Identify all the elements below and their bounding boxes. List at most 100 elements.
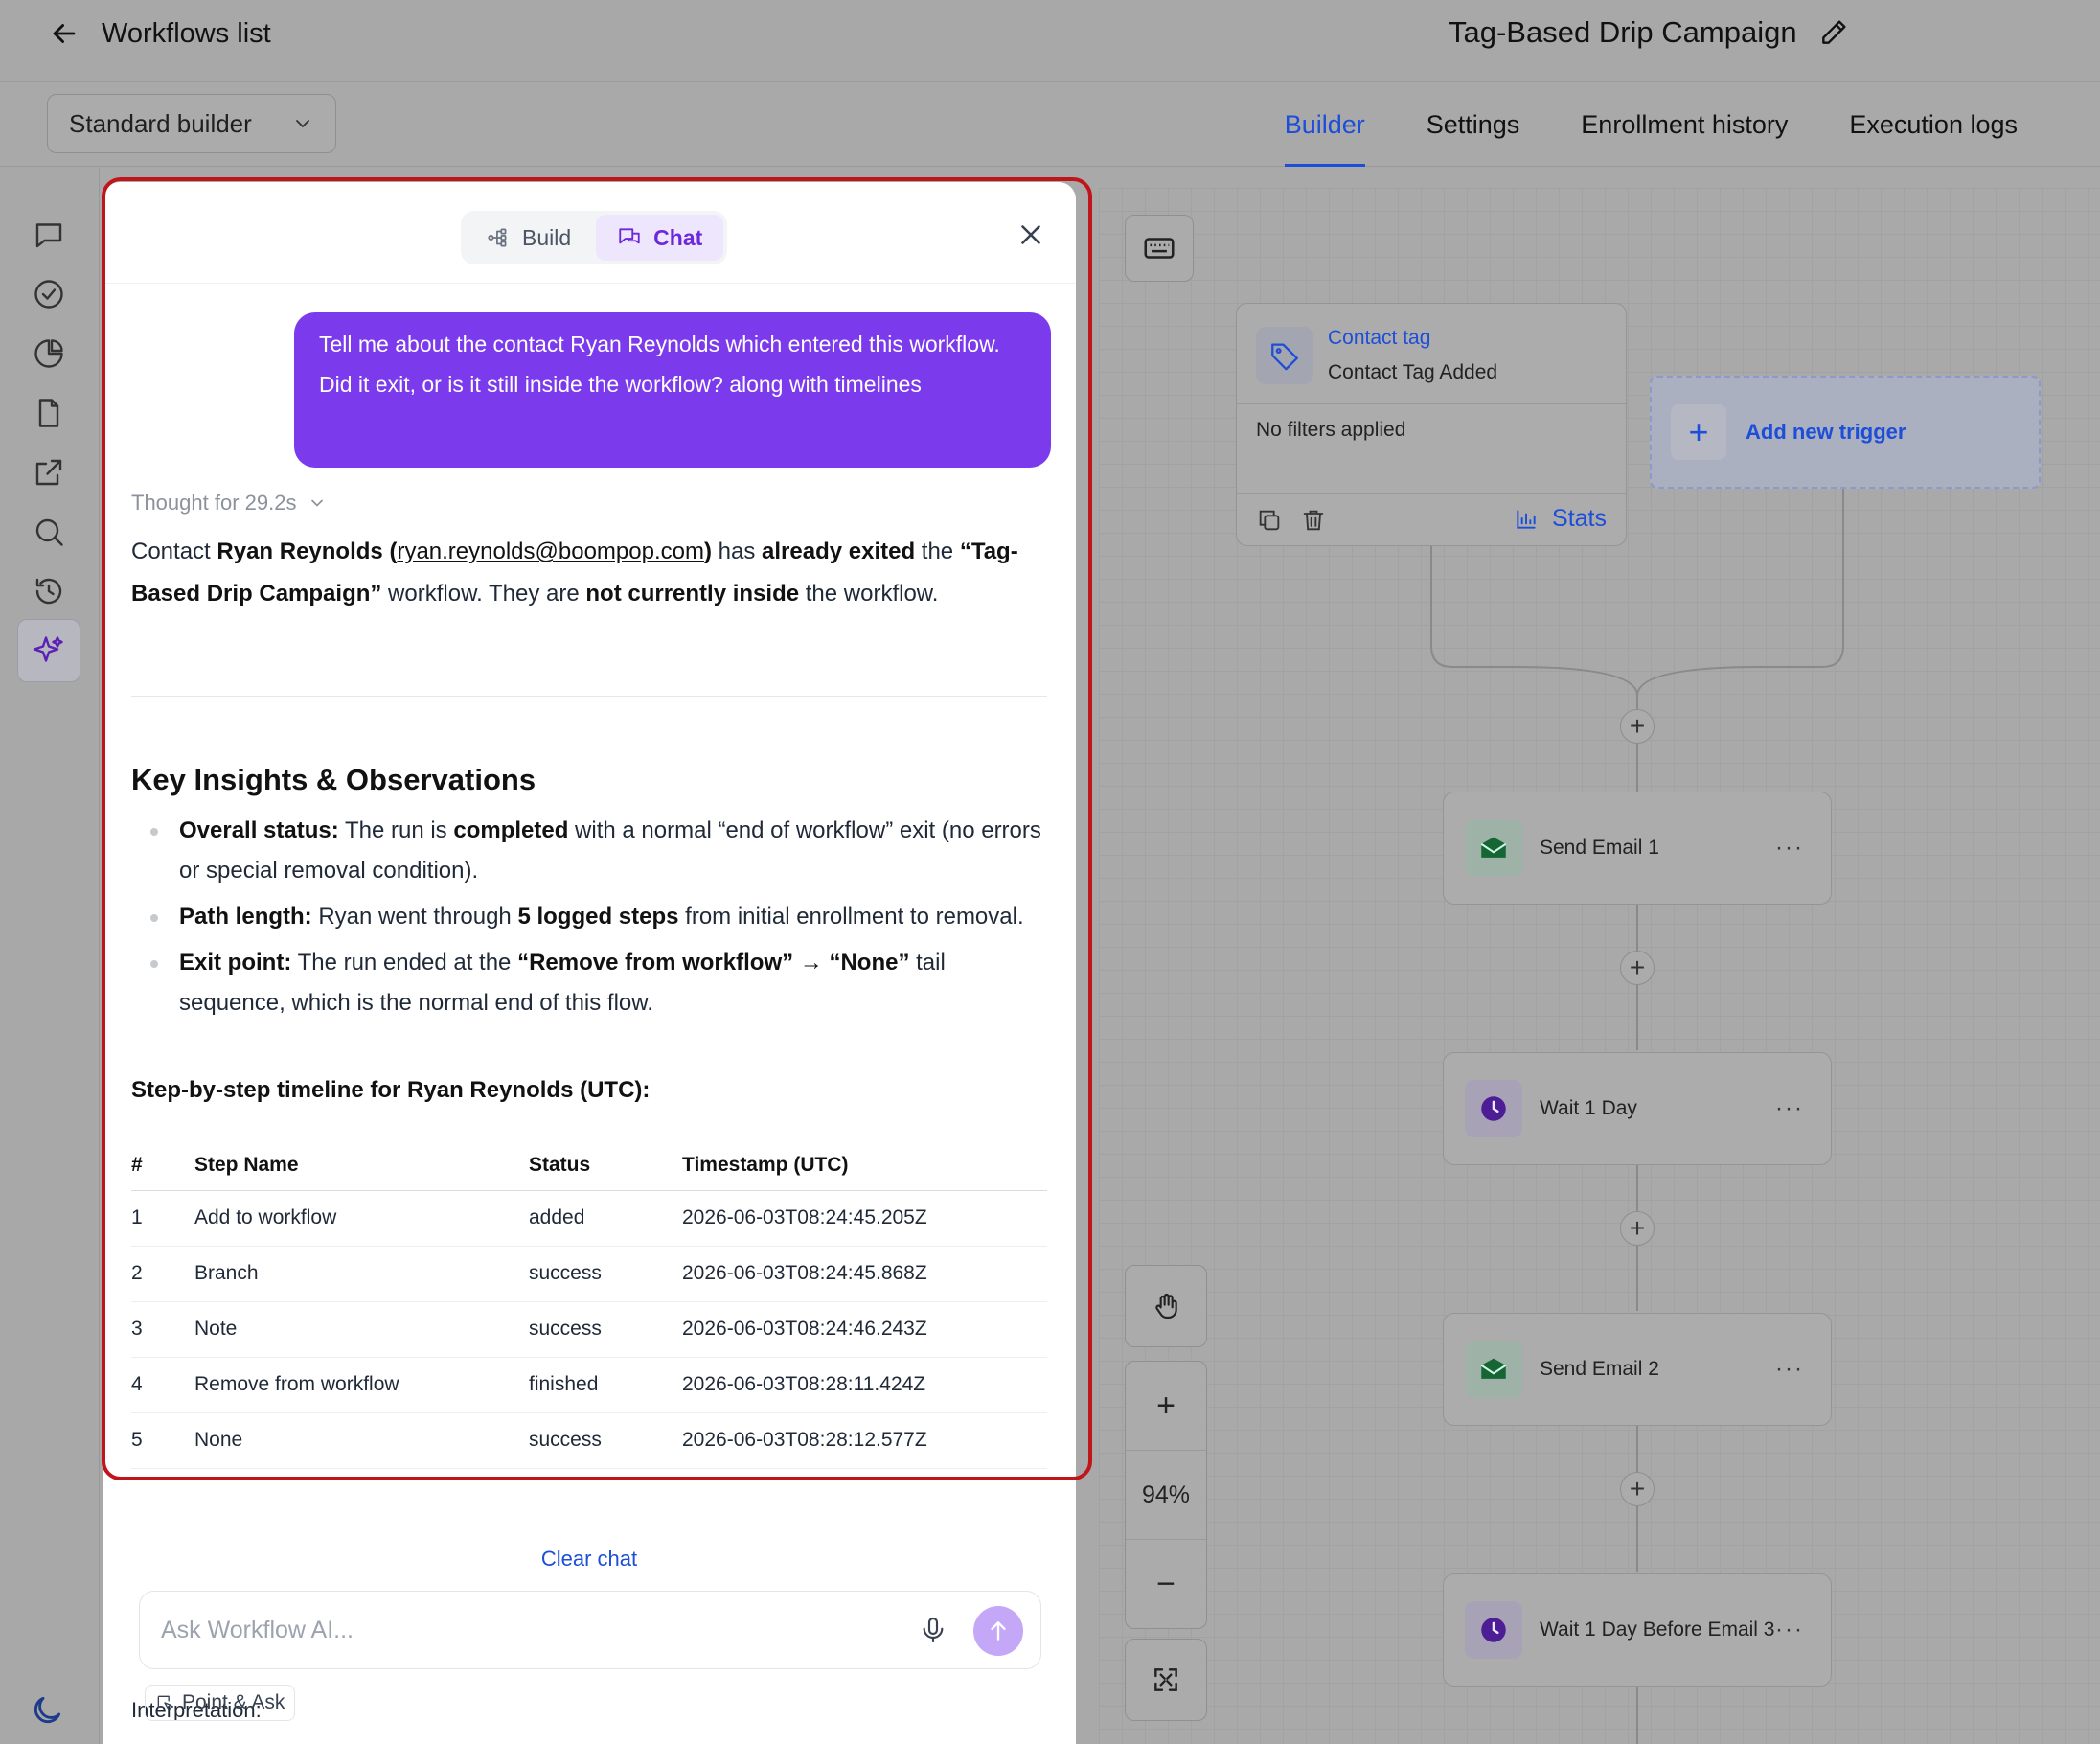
answer-text: has: [711, 539, 763, 564]
more-options-icon[interactable]: ···: [1775, 1356, 1804, 1383]
hand-icon: [1155, 1293, 1177, 1319]
wait-icon-box: [1465, 1601, 1522, 1659]
thought-toggle[interactable]: Thought for 29.2s: [131, 491, 327, 516]
bar-chart-icon: [1517, 509, 1536, 529]
add-step-node[interactable]: +: [1620, 1472, 1655, 1506]
add-new-trigger-button[interactable]: + Add new trigger: [1650, 376, 2041, 489]
keyboard-shortcuts-button[interactable]: [1125, 215, 1194, 282]
table-cell: 2026-06-03T08:28:12.577Z: [682, 1412, 1047, 1469]
workflow-ai-panel: Build Chat Tell me about the contact Rya…: [103, 182, 1076, 1744]
answer-bold: already exited: [762, 539, 916, 564]
tag-icon-box: [1256, 327, 1313, 384]
arrow-up-icon: [991, 1621, 1006, 1641]
answer-text: ): [703, 539, 712, 564]
table-cell: finished: [529, 1357, 682, 1413]
pencil-icon[interactable]: [1818, 17, 1849, 48]
moon-icon[interactable]: [29, 1692, 65, 1729]
builder-select-value: Standard builder: [69, 108, 252, 138]
clear-chat-button[interactable]: Clear chat: [103, 1547, 1076, 1572]
table-cell: 5: [131, 1412, 194, 1469]
zoom-in-button[interactable]: +: [1126, 1362, 1206, 1451]
step-card-send-email-2[interactable]: Send Email 2 ···: [1443, 1313, 1832, 1426]
point-ask-label: Point & Ask: [182, 1691, 285, 1713]
add-step-node[interactable]: +: [1620, 1211, 1655, 1246]
tab-enrollment-history[interactable]: Enrollment history: [1581, 82, 1788, 167]
pointer-icon: [157, 1695, 172, 1710]
rail-ai[interactable]: [17, 619, 80, 682]
assistant-answer: Contact Ryan Reynolds (ryan.reynolds@boo…: [131, 531, 1051, 615]
tab-execution-logs[interactable]: Execution logs: [1849, 82, 2018, 167]
chat-icon: [35, 223, 62, 248]
add-step-node[interactable]: +: [1620, 709, 1655, 744]
envelope-icon: [1480, 1358, 1507, 1379]
zoom-out-button[interactable]: −: [1126, 1540, 1206, 1629]
more-options-icon[interactable]: ···: [1775, 1617, 1804, 1643]
step-card-send-email-1[interactable]: Send Email 1 ···: [1443, 792, 1832, 905]
rail-chat[interactable]: [17, 203, 80, 266]
trash-icon[interactable]: [1300, 507, 1327, 534]
table-row: 3 Note success 2026-06-03T08:24:46.243Z: [131, 1301, 1047, 1358]
step-label: Wait 1 Day Before Email 3: [1540, 1618, 1775, 1641]
rail-history[interactable]: [17, 560, 80, 623]
back-to-workflows-link[interactable]: Workflows list: [48, 17, 271, 50]
external-link-icon: [35, 459, 62, 486]
rail-search[interactable]: [17, 500, 80, 563]
ask-ai-input[interactable]: [161, 1616, 889, 1644]
more-options-icon[interactable]: ···: [1775, 1095, 1804, 1122]
table-cell: 3: [131, 1301, 194, 1358]
bullet-text: The run ended at the: [291, 950, 518, 975]
fit-view-button[interactable]: [1125, 1639, 1207, 1721]
trigger-card[interactable]: Contact tag Contact Tag Added No filters…: [1236, 303, 1627, 546]
table-cell: success: [529, 1246, 682, 1302]
history-icon: [35, 578, 62, 605]
rail-reports[interactable]: [17, 322, 80, 385]
add-step-node[interactable]: +: [1620, 951, 1655, 985]
build-mode-label: Build: [522, 224, 572, 250]
sparkles-icon: [33, 636, 63, 662]
send-button[interactable]: [973, 1606, 1023, 1656]
panel-header: Build Chat: [103, 182, 1076, 284]
ask-ai-input-box: [139, 1591, 1041, 1669]
close-icon[interactable]: [1015, 218, 1047, 251]
chevron-down-icon: [311, 499, 324, 507]
step-card-wait-before-email-3[interactable]: Wait 1 Day Before Email 3 ···: [1443, 1573, 1832, 1687]
builder-select[interactable]: Standard builder: [47, 94, 336, 153]
step-card-wait-1-day[interactable]: Wait 1 Day ···: [1443, 1052, 1832, 1165]
chat-messages[interactable]: Tell me about the contact Ryan Reynolds …: [103, 284, 1076, 1721]
more-options-icon[interactable]: ···: [1775, 835, 1804, 861]
column-header: Status: [529, 1140, 682, 1191]
bullet-text: Ryan went through: [311, 904, 518, 929]
copy-icon[interactable]: [1256, 507, 1283, 534]
answer-text: workflow. They are: [381, 581, 586, 607]
rail-external[interactable]: [17, 441, 80, 504]
chat-mode-button[interactable]: Chat: [596, 215, 724, 261]
microphone-icon[interactable]: [918, 1615, 948, 1645]
sub-bar: Standard builder Builder Settings Enroll…: [0, 82, 2100, 167]
table-row: 4 Remove from workflow finished 2026-06-…: [131, 1357, 1047, 1413]
table-cell: success: [529, 1412, 682, 1469]
pan-tool-button[interactable]: [1125, 1265, 1207, 1347]
stats-label: Stats: [1552, 505, 1607, 532]
stats-button[interactable]: Stats: [1514, 505, 1607, 533]
build-mode-button[interactable]: Build: [465, 215, 592, 261]
column-header: #: [131, 1140, 194, 1191]
list-item: Path length: Ryan went through 5 logged …: [150, 897, 1041, 937]
bullet-text: The run is: [338, 817, 454, 843]
table-cell: 2: [131, 1246, 194, 1302]
table-row: 2 Branch success 2026-06-03T08:24:45.868…: [131, 1246, 1047, 1302]
rail-documents[interactable]: [17, 381, 80, 445]
back-label: Workflows list: [102, 17, 271, 49]
bullet-label: Overall status:: [179, 817, 339, 843]
insights-heading: Key Insights & Observations: [131, 763, 536, 796]
bullet-label: Exit point:: [179, 950, 292, 975]
rail-tasks[interactable]: [17, 263, 80, 326]
table-cell: success: [529, 1301, 682, 1358]
divider: [131, 696, 1047, 697]
point-and-ask-button[interactable]: Point & Ask: [145, 1685, 296, 1721]
email-icon-box: [1465, 819, 1522, 877]
search-icon: [35, 518, 63, 546]
contact-email-link[interactable]: ryan.reynolds@boompop.com: [397, 539, 704, 564]
tab-builder[interactable]: Builder: [1284, 82, 1365, 167]
tab-settings[interactable]: Settings: [1427, 82, 1520, 167]
add-trigger-label: Add new trigger: [1746, 420, 1906, 444]
